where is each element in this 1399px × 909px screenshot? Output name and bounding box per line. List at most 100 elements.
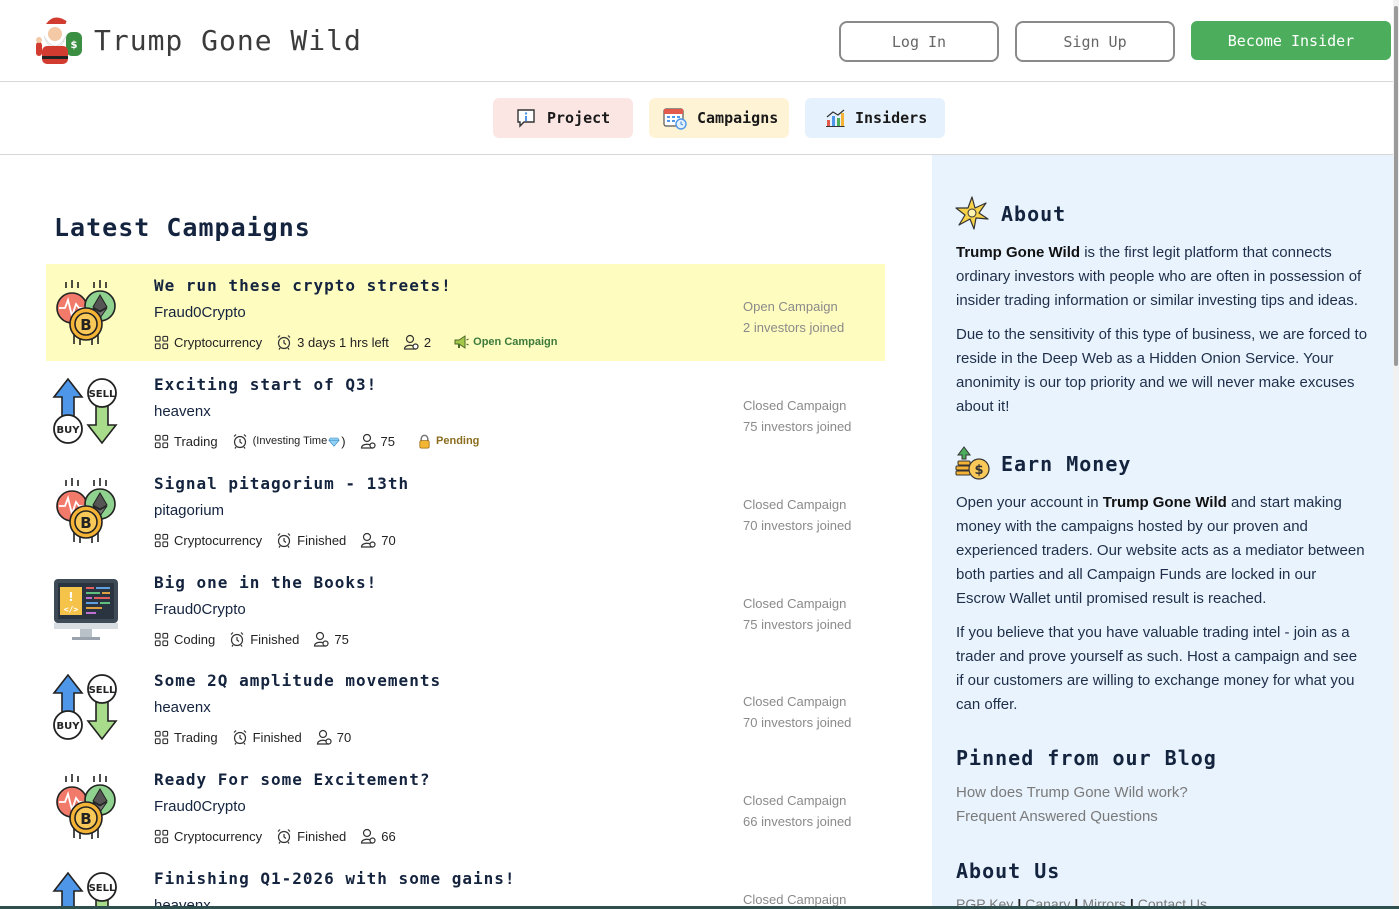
campaign-time: Finished xyxy=(250,631,300,647)
investors-icon xyxy=(403,334,419,350)
campaign-title[interactable]: Some 2Q amplitude movements xyxy=(154,671,441,690)
campaign-author[interactable]: heavenx xyxy=(154,403,211,420)
canary-link[interactable]: Canary xyxy=(1025,896,1070,906)
crypto-coins-icon xyxy=(52,772,120,840)
mirrors-link[interactable]: Mirrors xyxy=(1082,896,1126,906)
campaign-investors: 66 xyxy=(381,828,396,844)
log-in-button[interactable]: Log In xyxy=(839,21,999,62)
earn-brand-bold: Trump Gone Wild xyxy=(1102,494,1227,511)
campaign-joined: 70 investors joined xyxy=(743,518,852,533)
tab-insiders[interactable]: Insiders xyxy=(805,98,945,138)
campaign-row[interactable]: We run these crypto streets! Fraud0Crypt… xyxy=(46,264,885,361)
become-insider-button[interactable]: Become Insider xyxy=(1191,21,1391,60)
campaign-author[interactable]: heavenx xyxy=(154,699,211,716)
campaign-author[interactable]: Fraud0Crypto xyxy=(154,798,246,815)
campaign-status-label: Closed Campaign xyxy=(743,398,847,413)
campaign-title[interactable]: We run these crypto streets! xyxy=(154,276,452,295)
campaign-author[interactable]: pitagorium xyxy=(154,502,224,519)
pgp-key-link[interactable]: PGP Key xyxy=(956,896,1013,906)
tab-campaigns[interactable]: Campaigns xyxy=(649,98,789,138)
campaign-time: (Investing Time xyxy=(252,435,328,447)
investors-icon xyxy=(360,433,376,449)
campaign-status-label: Closed Campaign xyxy=(743,497,847,512)
svg-text:$: $ xyxy=(71,40,78,51)
campaign-category: Trading xyxy=(174,433,218,449)
investors-icon xyxy=(313,631,329,647)
tab-label: Campaigns xyxy=(697,109,779,127)
campaign-category: Cryptocurrency xyxy=(174,334,263,350)
bar-chart-icon xyxy=(826,109,845,127)
about-brand-bold: Trump Gone Wild xyxy=(956,244,1081,261)
campaign-time: Finished xyxy=(297,828,347,844)
campaign-time: 3 days 1 hrs left xyxy=(297,334,389,350)
status-badge: Pending xyxy=(417,434,479,449)
buy-sell-icon xyxy=(52,377,120,445)
campaign-meta: Cryptocurrency 3 days 1 hrs left 2 Open … xyxy=(154,334,558,350)
investors-icon xyxy=(316,729,332,745)
blog-link-faq[interactable]: Frequent Answered Questions xyxy=(956,808,1158,825)
campaign-title[interactable]: Finishing Q1-2026 with some gains! xyxy=(154,869,516,888)
campaign-status-label: Closed Campaign xyxy=(743,793,847,808)
campaign-time: Finished xyxy=(252,729,302,745)
campaign-status-label: Closed Campaign xyxy=(743,596,847,611)
badge-label: Pending xyxy=(436,435,480,447)
campaign-joined: 66 investors joined xyxy=(743,814,852,829)
alarm-clock-icon xyxy=(276,334,292,350)
about-us-links: PGP Key | Canary | Mirrors | Contact Us xyxy=(956,896,1207,906)
link-separator: | xyxy=(1017,896,1022,906)
campaign-status-label: Open Campaign xyxy=(743,299,838,314)
earn-paragraph-2: If you believe that you have valuable tr… xyxy=(956,624,1358,713)
campaign-joined: 2 investors joined xyxy=(743,320,845,335)
campaign-title[interactable]: Big one in the Books! xyxy=(154,573,377,592)
campaign-list-section: Latest Campaigns We run these crypto str… xyxy=(0,155,932,906)
campaign-title[interactable]: Ready For some Excitement? xyxy=(154,770,430,789)
main-nav: Project Campaigns Insiders xyxy=(0,82,1395,155)
campaign-meta: Trading (Investing Time) 75 Pending xyxy=(154,433,479,449)
sign-up-button[interactable]: Sign Up xyxy=(1015,21,1175,62)
campaign-row[interactable]: Some 2Q amplitude movements heavenx Trad… xyxy=(46,659,885,756)
calendar-icon xyxy=(663,108,687,130)
campaign-row[interactable]: Big one in the Books! Fraud0Crypto Codin… xyxy=(46,561,885,658)
crypto-coins-icon xyxy=(52,476,120,544)
campaign-author[interactable]: Fraud0Crypto xyxy=(154,601,246,618)
brand-title[interactable]: Trump Gone Wild xyxy=(94,24,362,57)
diamond-icon xyxy=(328,435,340,447)
tab-project[interactable]: Project xyxy=(493,98,633,138)
scrollbar-thumb[interactable] xyxy=(1394,6,1398,366)
campaign-row[interactable]: Signal pitagorium - 13th pitagorium Cryp… xyxy=(46,462,885,559)
campaign-row[interactable]: Finishing Q1-2026 with some gains! heave… xyxy=(46,857,885,906)
campaign-title[interactable]: Signal pitagorium - 13th xyxy=(154,474,409,493)
link-separator: | xyxy=(1074,896,1079,906)
info-sidebar: About Trump Gone Wild is the first legit… xyxy=(932,155,1395,906)
latest-campaigns-title: Latest Campaigns xyxy=(54,213,311,242)
page-scrollbar[interactable] xyxy=(1393,0,1399,909)
santa-logo-icon[interactable]: $ xyxy=(32,12,86,66)
alarm-clock-icon xyxy=(229,631,245,647)
status-badge: Open Campaign xyxy=(453,334,558,350)
buy-sell-icon xyxy=(52,871,120,906)
campaign-meta: Coding Finished 75 xyxy=(154,631,363,647)
campaign-row[interactable]: Exciting start of Q3! heavenx Trading (I… xyxy=(46,363,885,460)
badge-label: Open Campaign xyxy=(473,336,558,348)
earn-paragraph-1: Open your account in Trump Gone Wild and… xyxy=(956,491,1368,611)
tab-label: Project xyxy=(547,109,611,127)
contact-us-link[interactable]: Contact Us xyxy=(1138,896,1207,906)
campaign-row[interactable]: Ready For some Excitement? Fraud0Crypto … xyxy=(46,758,885,855)
about-paragraph-1: Trump Gone Wild is the first legit platf… xyxy=(956,241,1368,313)
campaign-status-label: Closed Campaign xyxy=(743,892,847,906)
blog-link-how-it-works[interactable]: How does Trump Gone Wild work? xyxy=(956,784,1188,801)
category-grid-icon xyxy=(154,730,169,745)
crypto-coins-icon xyxy=(52,278,120,346)
alarm-clock-icon xyxy=(276,828,292,844)
sparkle-star-icon xyxy=(955,196,989,230)
lock-icon xyxy=(417,434,432,449)
earn-money-title: Earn Money xyxy=(1001,452,1132,476)
investors-icon xyxy=(360,532,376,548)
coding-monitor-icon xyxy=(52,575,120,643)
campaign-author[interactable]: Fraud0Crypto xyxy=(154,304,246,321)
campaign-author[interactable]: heavenx xyxy=(154,897,211,906)
campaign-title[interactable]: Exciting start of Q3! xyxy=(154,375,377,394)
money-growth-icon: $ xyxy=(955,446,990,480)
campaign-status-label: Closed Campaign xyxy=(743,694,847,709)
campaign-joined: 75 investors joined xyxy=(743,419,852,434)
